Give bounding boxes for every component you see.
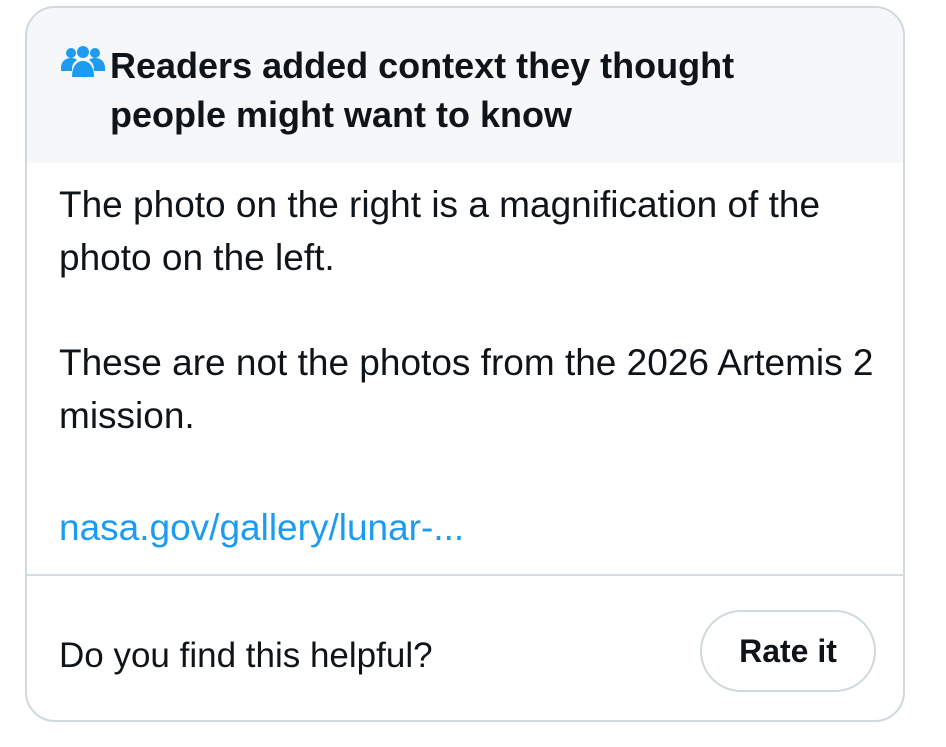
note-paragraph: These are not the photos from the 2026 A…	[59, 342, 874, 436]
rate-it-button[interactable]: Rate it	[700, 610, 876, 692]
helpful-question: Do you find this helpful?	[59, 636, 433, 675]
community-note-card: Readers added context they thought peopl…	[25, 6, 905, 722]
note-header-title: Readers added context they thought peopl…	[110, 45, 735, 135]
divider	[27, 574, 903, 576]
note-header: Readers added context they thought peopl…	[27, 8, 903, 163]
people-group-icon	[61, 46, 105, 77]
source-link[interactable]: nasa.gov/gallery/lunar-...	[59, 501, 464, 554]
note-paragraph: The photo on the right is a magnificatio…	[59, 184, 821, 278]
